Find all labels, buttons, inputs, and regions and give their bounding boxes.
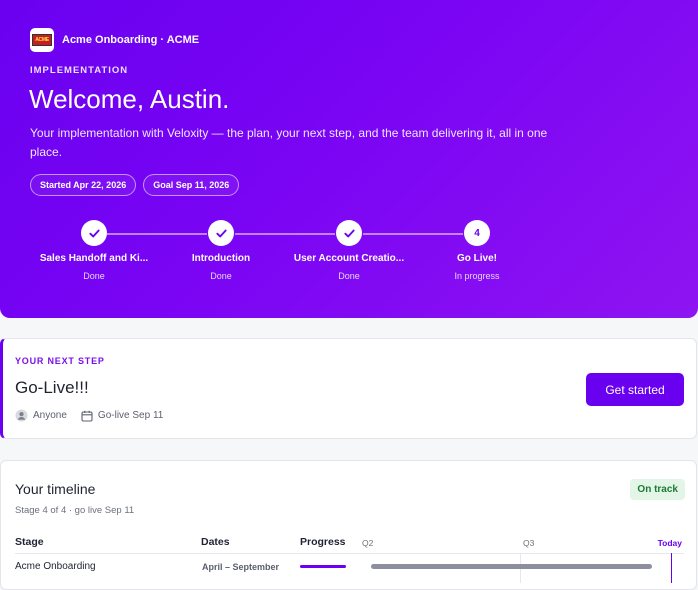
dates-cell: April – September	[202, 562, 280, 572]
hero-banner: ACME Acme Onboarding · ACME IMPLEMENTATI…	[0, 0, 698, 318]
next-step-meta: Anyone Go-live Sep 11	[15, 409, 177, 422]
progress-bar	[300, 565, 346, 568]
status-badge: On track	[630, 479, 685, 500]
step-circle	[81, 220, 107, 246]
next-step-card: YOUR NEXT STEP Go-Live!!! Anyone Go-live…	[0, 338, 697, 439]
step-go-live[interactable]: 4 Go Live! In progress	[412, 220, 542, 281]
owner-label: Anyone	[33, 410, 67, 421]
next-step-title: Go-Live!!!	[15, 378, 89, 397]
quarter-label-q2: Q2	[362, 538, 374, 548]
step-sales-handoff[interactable]: Sales Handoff and Ki... Done	[29, 220, 159, 281]
step-status: Done	[338, 271, 360, 281]
check-icon	[215, 229, 227, 237]
step-status: Done	[83, 271, 105, 281]
column-header-progress: Progress	[300, 536, 346, 548]
section-eyebrow: IMPLEMENTATION	[30, 65, 129, 76]
table-header-divider	[15, 553, 684, 554]
company-logo: ACME	[30, 28, 54, 52]
step-circle	[336, 220, 362, 246]
check-icon	[343, 229, 355, 237]
org-label: Acme Onboarding · ACME	[62, 34, 200, 46]
next-step-eyebrow: YOUR NEXT STEP	[15, 356, 105, 366]
today-label: Today	[657, 538, 682, 548]
step-name: User Account Creatio...	[293, 253, 405, 264]
owner-meta: Anyone	[15, 409, 67, 422]
step-name: Introduction	[191, 253, 251, 264]
timeline-subtitle: Stage 4 of 4 · go live Sep 11	[15, 505, 135, 516]
step-name: Sales Handoff and Ki...	[39, 253, 149, 264]
stage-cell: Acme Onboarding	[15, 561, 96, 572]
user-icon	[15, 409, 28, 422]
goal-pill: Goal Sep 11, 2026	[143, 174, 240, 196]
step-circle	[208, 220, 234, 246]
gantt-bar[interactable]	[371, 564, 652, 569]
step-introduction[interactable]: Introduction Done	[156, 220, 286, 281]
timeline-card: Your timeline Stage 4 of 4 · go live Sep…	[0, 460, 697, 590]
date-pills: Started Apr 22, 2026 Goal Sep 11, 2026	[30, 174, 240, 196]
get-started-button[interactable]: Get started	[586, 373, 684, 406]
check-icon	[88, 229, 100, 237]
due-meta: Go-live Sep 11	[81, 410, 163, 422]
started-pill: Started Apr 22, 2026	[30, 174, 137, 196]
intro-text: Your implementation with Veloxity — the …	[30, 126, 548, 159]
welcome-title: Welcome, Austin.	[29, 84, 230, 114]
step-status: In progress	[454, 271, 500, 281]
step-number: 4	[464, 220, 490, 246]
column-header-stage: Stage	[15, 536, 44, 548]
step-name: Go Live!	[456, 253, 497, 264]
due-label: Go-live Sep 11	[97, 410, 164, 421]
column-header-dates: Dates	[201, 536, 230, 548]
logo-mark: ACME	[32, 34, 52, 46]
quarter-label-q3: Q3	[523, 538, 535, 548]
calendar-icon	[81, 410, 93, 422]
progress-fill	[300, 565, 346, 568]
step-status: Done	[210, 271, 232, 281]
stage-stepper: Sales Handoff and Ki... Done Introductio…	[0, 220, 698, 290]
step-user-account-creation[interactable]: User Account Creatio... Done	[284, 220, 414, 281]
brand: ACME Acme Onboarding · ACME	[30, 28, 199, 52]
timeline-title: Your timeline	[15, 481, 96, 497]
